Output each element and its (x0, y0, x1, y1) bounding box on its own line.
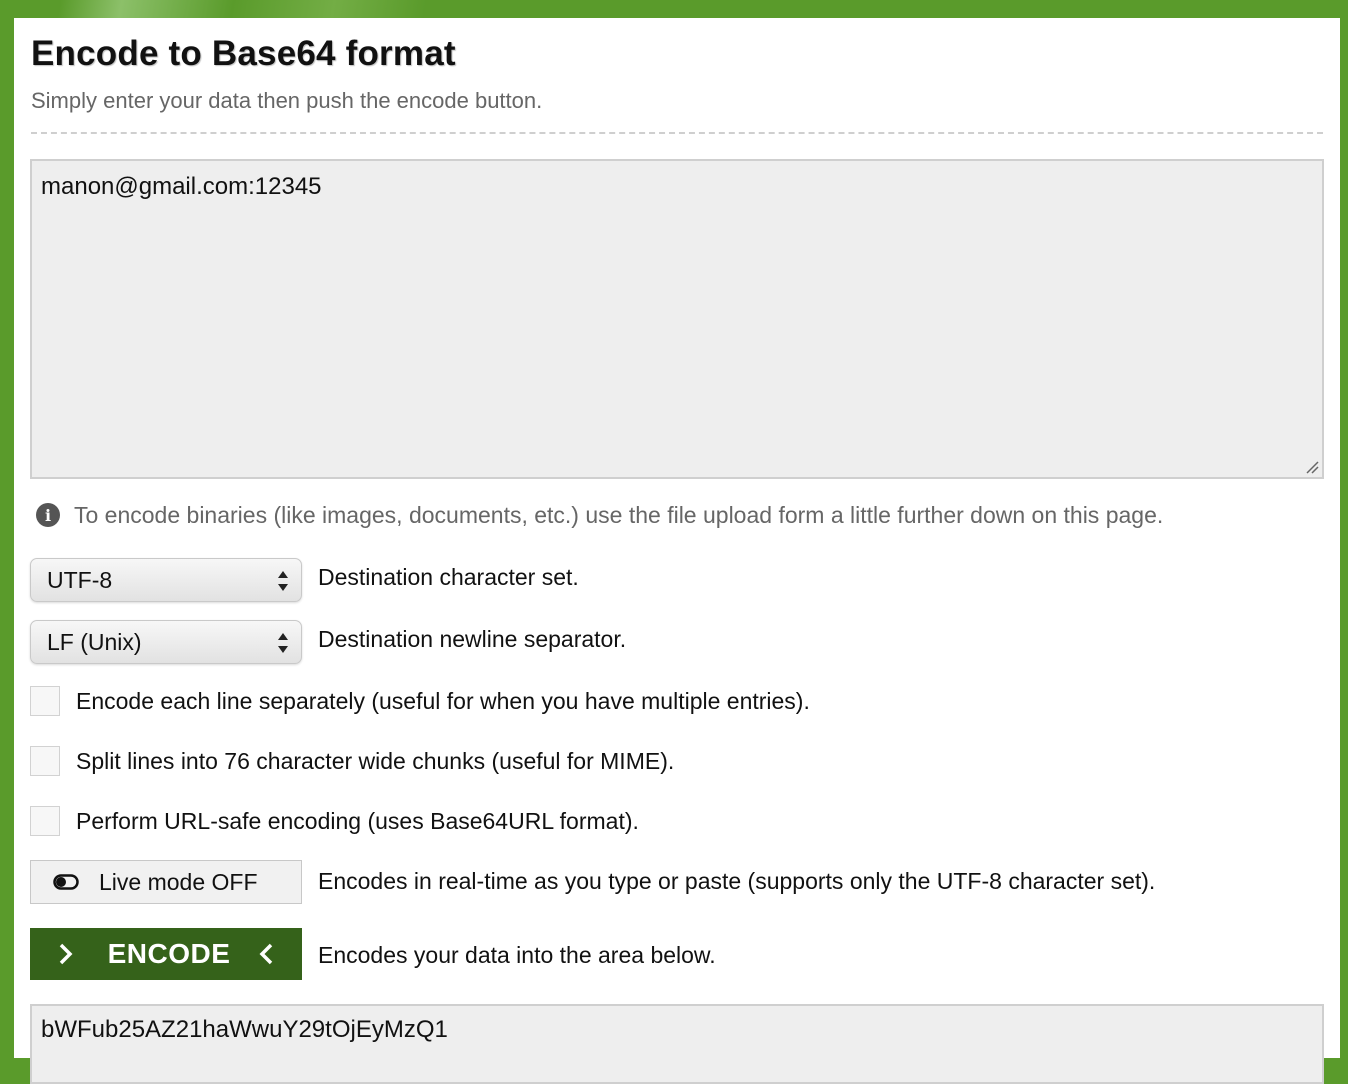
divider (31, 132, 1323, 134)
page-title: Encode to Base64 format (31, 34, 456, 73)
live-mode-button[interactable]: Live mode OFF (30, 860, 302, 904)
chevron-right-icon (59, 943, 73, 965)
chevron-left-icon (259, 943, 273, 965)
split-lines-checkbox[interactable] (30, 746, 60, 776)
live-mode-label: Live mode OFF (99, 868, 258, 895)
page-subtitle: Simply enter your data then push the enc… (31, 88, 543, 113)
split-lines-label[interactable]: Split lines into 76 character wide chunk… (76, 748, 674, 775)
live-mode-description: Encodes in real-time as you type or past… (318, 868, 1156, 894)
encoder-panel: Encode to Base64 format Simply enter you… (14, 18, 1340, 1084)
encoded-output-text: bWFub25AZ21haWwuY29tOjEyMzQ1 (41, 1016, 448, 1043)
newline-selected-value: LF (Unix) (47, 628, 142, 655)
source-data-textarea[interactable]: manon@gmail.com:12345 (30, 159, 1324, 479)
charset-select[interactable]: UTF-8 (30, 558, 302, 602)
toggle-off-icon (53, 874, 79, 890)
encoded-output-textarea[interactable]: bWFub25AZ21haWwuY29tOjEyMzQ1 (30, 1004, 1324, 1084)
background-banner (0, 0, 1348, 20)
newline-label: Destination newline separator. (318, 626, 627, 652)
url-safe-label[interactable]: Perform URL-safe encoding (uses Base64UR… (76, 808, 639, 835)
charset-label: Destination character set. (318, 564, 579, 590)
select-arrows-icon (278, 571, 288, 591)
each-line-checkbox[interactable] (30, 686, 60, 716)
encode-button-label: ENCODE (107, 938, 231, 969)
encode-button[interactable]: ENCODE (30, 928, 302, 980)
binary-info-text: To encode binaries (like images, documen… (74, 501, 1164, 528)
url-safe-checkbox[interactable] (30, 806, 60, 836)
charset-selected-value: UTF-8 (47, 566, 113, 593)
select-arrows-icon (278, 633, 288, 653)
info-icon: i (36, 503, 60, 527)
encode-description: Encodes your data into the area below. (318, 942, 716, 968)
each-line-label[interactable]: Encode each line separately (useful for … (76, 688, 810, 715)
newline-select[interactable]: LF (Unix) (30, 620, 302, 664)
binary-info-note: i To encode binaries (like images, docum… (36, 500, 1163, 530)
source-data-text: manon@gmail.com:12345 (41, 173, 322, 200)
resize-handle-icon[interactable] (1305, 460, 1319, 474)
